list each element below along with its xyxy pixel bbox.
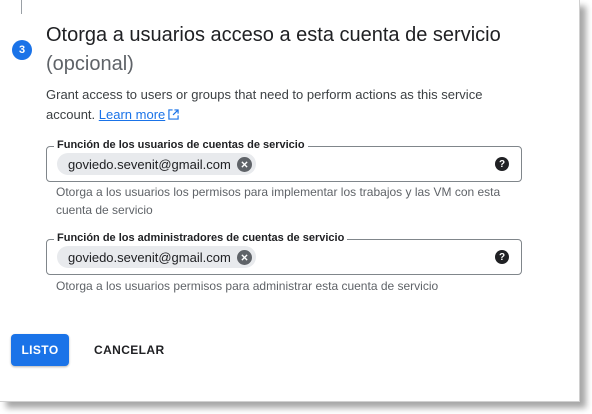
stepper-connector-line (21, 0, 22, 14)
member-chip: goviedo.sevenit@gmail.com (57, 246, 256, 268)
service-account-admins-role-field[interactable]: Función de los administradores de cuenta… (46, 232, 522, 275)
chip-label: goviedo.sevenit@gmail.com (68, 156, 231, 172)
field-hint: Otorga a los usuarios los permisos para … (56, 185, 501, 217)
learn-more-label: Learn more (98, 107, 166, 122)
done-button[interactable]: LISTO (11, 334, 69, 366)
step-number-badge: 3 (12, 40, 32, 60)
step-subtitle: (opcional) (46, 53, 134, 75)
open-in-new-icon (168, 106, 179, 126)
help-icon[interactable]: ? (495, 157, 509, 171)
help-icon[interactable]: ? (495, 250, 509, 264)
step-title: Otorga a usuarios acceso a esta cuenta d… (46, 24, 501, 46)
remove-circle-icon[interactable] (236, 249, 252, 265)
field-label: Función de los administradores de cuenta… (54, 232, 348, 244)
field-label: Función de los usuarios de cuentas de se… (54, 139, 308, 151)
member-chip: goviedo.sevenit@gmail.com (57, 153, 256, 175)
remove-circle-icon[interactable] (236, 156, 252, 172)
service-account-users-role-field[interactable]: Función de los usuarios de cuentas de se… (46, 139, 522, 182)
learn-more-link[interactable]: Learn more (99, 107, 179, 122)
step-panel: 3 Otorga a usuarios acceso a esta cuenta… (0, 0, 580, 402)
chip-label: goviedo.sevenit@gmail.com (68, 249, 231, 265)
step-description: Grant access to users or groups that nee… (46, 85, 516, 126)
cancel-button[interactable]: CANCELAR (82, 334, 177, 366)
field-hint: Otorga a los usuarios permisos para admi… (56, 279, 439, 293)
